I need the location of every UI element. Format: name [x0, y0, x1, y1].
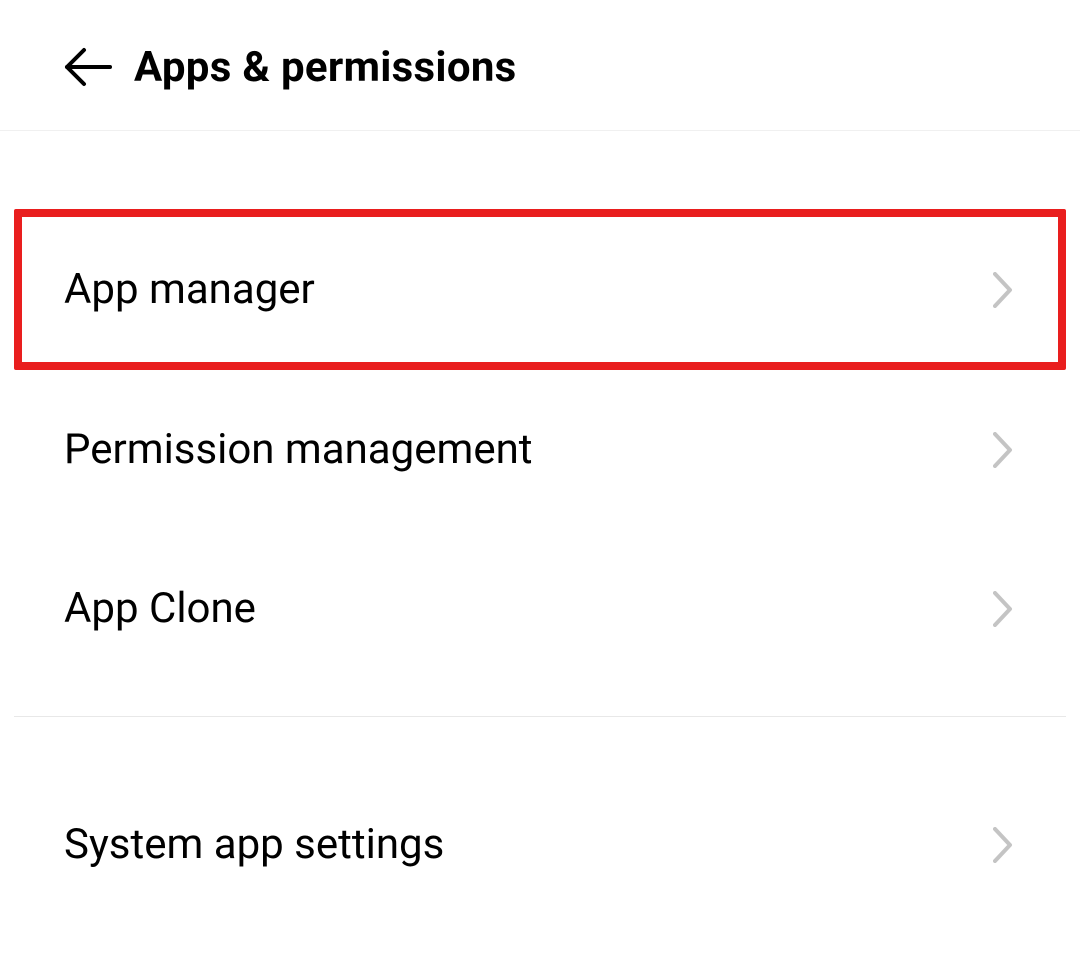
- settings-list-second: System app settings: [0, 765, 1080, 924]
- settings-list: App manager Permission management App Cl…: [0, 209, 1080, 688]
- back-arrow-icon[interactable]: [62, 42, 112, 92]
- item-label: App Clone: [64, 584, 256, 633]
- header-spacer: [0, 131, 1080, 209]
- item-label: System app settings: [64, 820, 444, 869]
- chevron-right-icon: [990, 823, 1016, 867]
- chevron-right-icon: [990, 268, 1016, 312]
- chevron-right-icon: [990, 428, 1016, 472]
- item-label: Permission management: [64, 425, 533, 474]
- chevron-right-icon: [990, 587, 1016, 631]
- item-label: App manager: [64, 265, 315, 314]
- page-title: Apps & permissions: [134, 43, 517, 92]
- list-item-app-clone[interactable]: App Clone: [14, 529, 1066, 688]
- list-item-app-manager[interactable]: App manager: [14, 209, 1066, 370]
- list-item-permission-management[interactable]: Permission management: [14, 370, 1066, 529]
- header: Apps & permissions: [0, 0, 1080, 131]
- list-item-system-app-settings[interactable]: System app settings: [14, 765, 1066, 924]
- section-divider: [14, 716, 1066, 717]
